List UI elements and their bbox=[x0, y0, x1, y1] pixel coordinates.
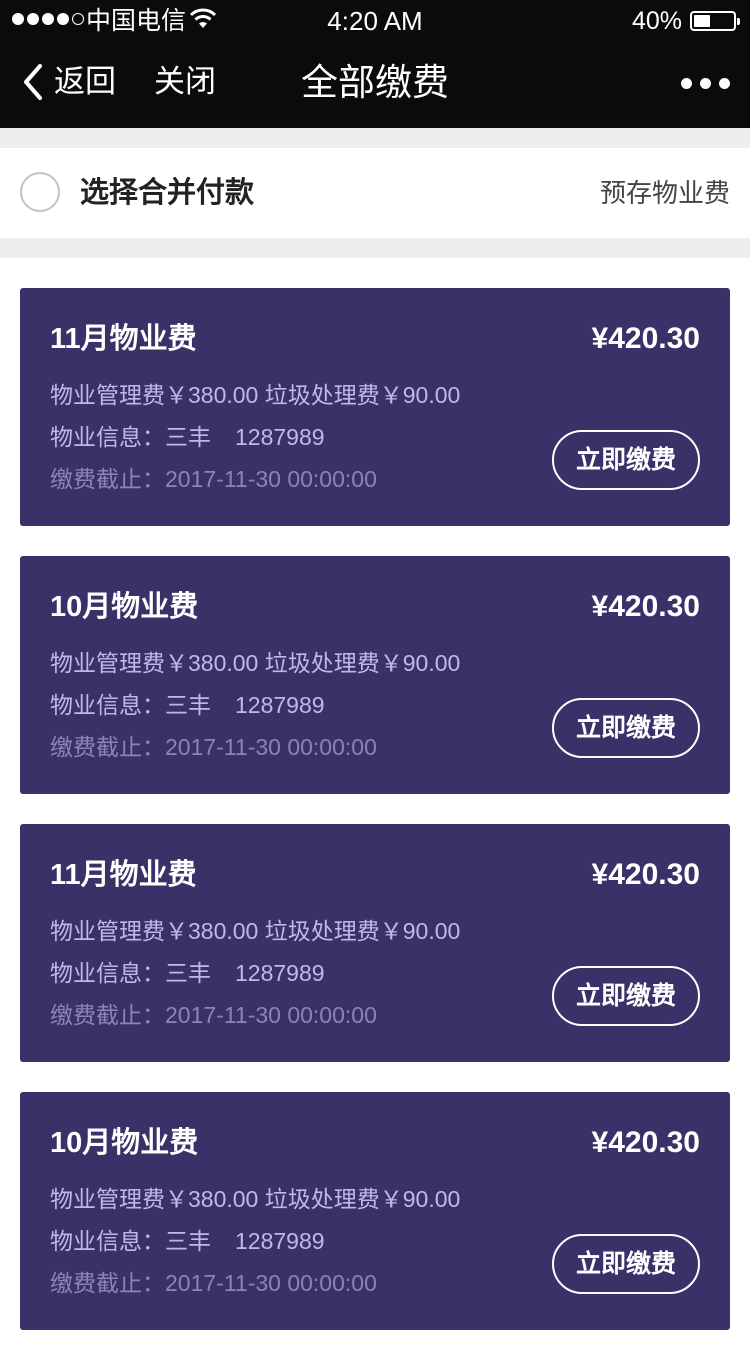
prestore-link[interactable]: 预存物业费 bbox=[600, 176, 730, 210]
bill-amount: ¥420.30 bbox=[591, 1126, 700, 1159]
bill-list: 11月物业费 ¥420.30 物业管理费￥380.00 垃圾处理费￥90.00 … bbox=[20, 288, 730, 1360]
more-dots-icon[interactable] bbox=[681, 78, 730, 89]
bill-amount: ¥420.30 bbox=[591, 858, 700, 891]
bill-info-code: 1287989 bbox=[235, 424, 325, 450]
separator bbox=[0, 128, 750, 148]
bill-info-label: 物业信息：三丰 bbox=[50, 1228, 211, 1254]
bill-deadline: 缴费截止：2017-11-30 00:00:00 bbox=[50, 1270, 377, 1296]
battery-percent: 40% bbox=[631, 7, 682, 35]
bill-card: 10月物业费 ¥420.30 物业管理费￥380.00 垃圾处理费￥90.00 … bbox=[20, 1092, 730, 1330]
bill-card: 11月物业费 ¥420.30 物业管理费￥380.00 垃圾处理费￥90.00 … bbox=[20, 824, 730, 1062]
bill-card: 10月物业费 ¥420.30 物业管理费￥380.00 垃圾处理费￥90.00 … bbox=[20, 556, 730, 794]
pay-now-button[interactable]: 立即缴费 bbox=[552, 1234, 700, 1294]
bill-info-label: 物业信息：三丰 bbox=[50, 692, 211, 718]
pay-now-button[interactable]: 立即缴费 bbox=[552, 966, 700, 1026]
pay-now-button[interactable]: 立即缴费 bbox=[552, 698, 700, 758]
bill-info: 物业信息：三丰 1287989 bbox=[50, 1226, 325, 1256]
bill-info-code: 1287989 bbox=[235, 692, 325, 718]
bill-amount: ¥420.30 bbox=[591, 590, 700, 623]
bill-title: 11月物业费 bbox=[50, 323, 197, 355]
bill-title: 10月物业费 bbox=[50, 591, 199, 623]
merge-payment-label: 选择合并付款 bbox=[80, 177, 255, 209]
bill-fees: 物业管理费￥380.00 垃圾处理费￥90.00 bbox=[50, 382, 461, 408]
bill-fees: 物业管理费￥380.00 垃圾处理费￥90.00 bbox=[50, 650, 461, 676]
pay-now-button[interactable]: 立即缴费 bbox=[552, 430, 700, 490]
bill-info: 物业信息：三丰 1287989 bbox=[50, 690, 325, 720]
bill-deadline: 缴费截止：2017-11-30 00:00:00 bbox=[50, 734, 377, 760]
bill-amount: ¥420.30 bbox=[591, 322, 700, 355]
bill-fees: 物业管理费￥380.00 垃圾处理费￥90.00 bbox=[50, 918, 461, 944]
nav-bar: 返回 关闭 全部缴费 bbox=[0, 42, 750, 128]
bill-info: 物业信息：三丰 1287989 bbox=[50, 958, 325, 988]
bill-deadline: 缴费截止：2017-11-30 00:00:00 bbox=[50, 466, 377, 492]
bill-info-label: 物业信息：三丰 bbox=[50, 960, 211, 986]
page-title: 全部缴费 bbox=[301, 62, 449, 103]
bill-card: 11月物业费 ¥420.30 物业管理费￥380.00 垃圾处理费￥90.00 … bbox=[20, 288, 730, 526]
bill-title: 10月物业费 bbox=[50, 1127, 199, 1159]
bill-info-label: 物业信息：三丰 bbox=[50, 424, 211, 450]
status-bar: 中国电信 4:20 AM 40% bbox=[0, 0, 750, 42]
bill-info-code: 1287989 bbox=[235, 1228, 325, 1254]
battery-icon bbox=[690, 11, 740, 31]
merge-payment-bar: 选择合并付款 预存物业费 bbox=[0, 148, 750, 238]
separator bbox=[0, 238, 750, 258]
bill-info-code: 1287989 bbox=[235, 960, 325, 986]
bill-info: 物业信息：三丰 1287989 bbox=[50, 422, 325, 452]
bill-title: 11月物业费 bbox=[50, 859, 197, 891]
bill-fees: 物业管理费￥380.00 垃圾处理费￥90.00 bbox=[50, 1186, 461, 1212]
merge-payment-radio[interactable] bbox=[20, 172, 60, 212]
bill-deadline: 缴费截止：2017-11-30 00:00:00 bbox=[50, 1002, 377, 1028]
